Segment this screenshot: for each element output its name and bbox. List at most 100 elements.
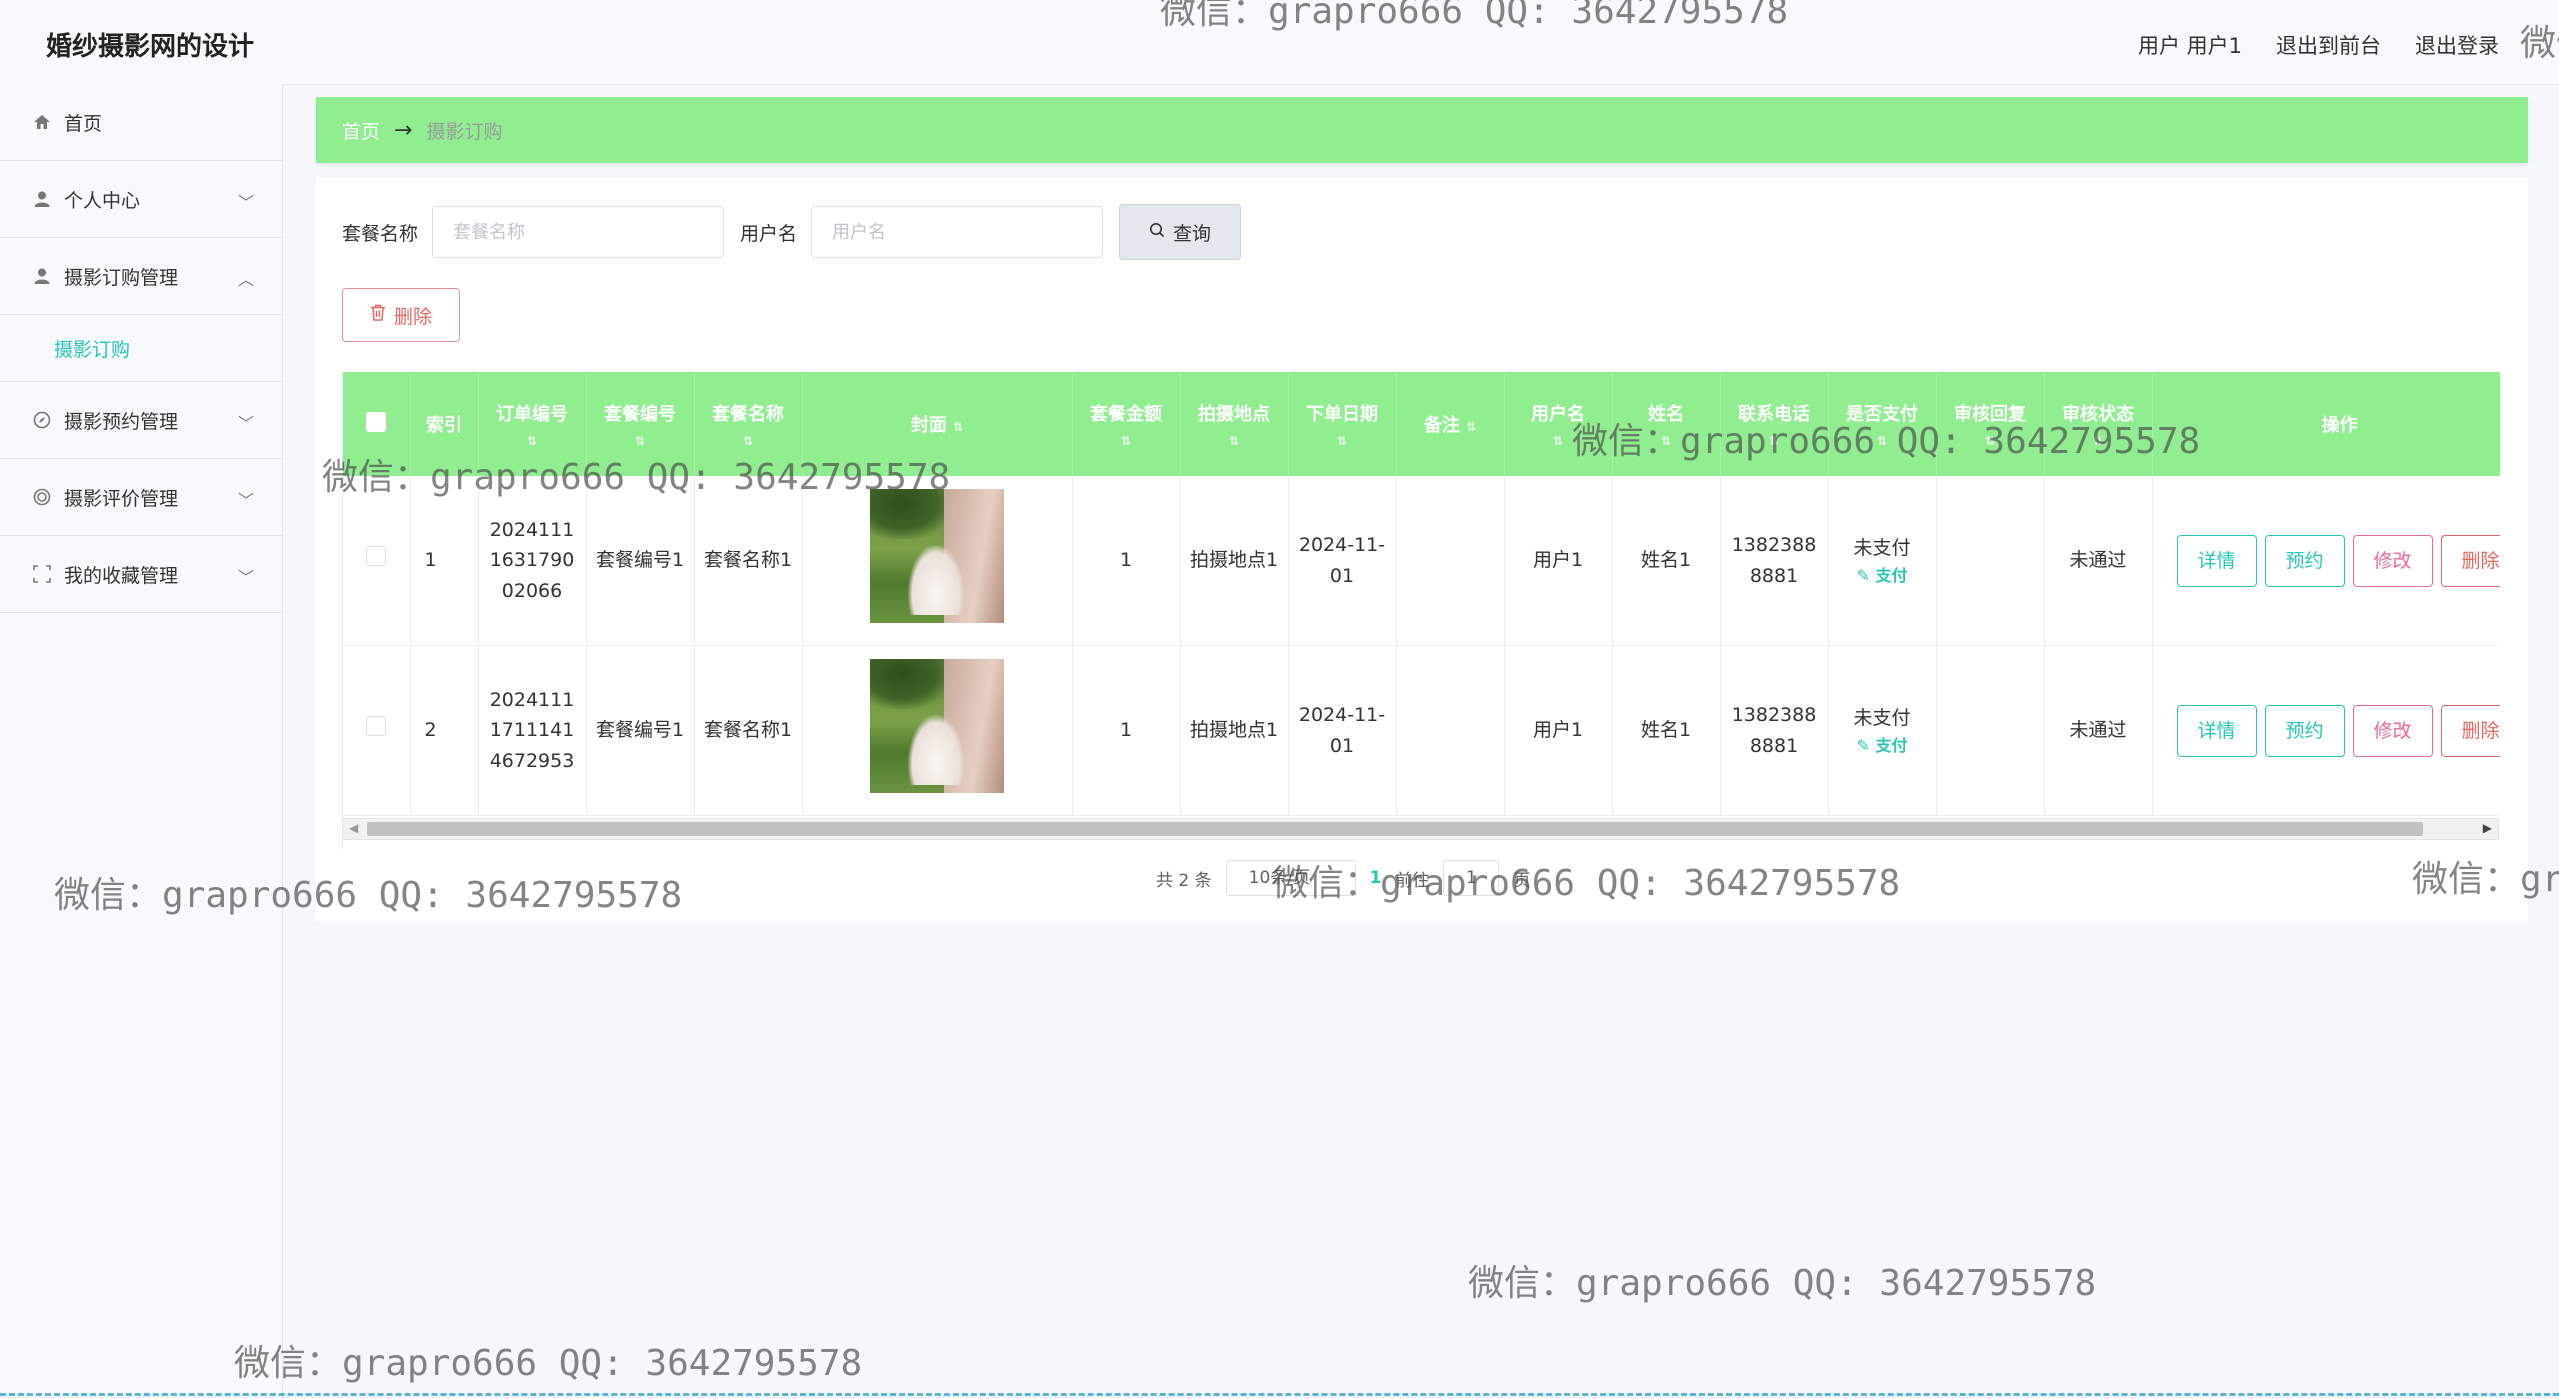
sort-icon[interactable]: ⇅ xyxy=(1466,420,1476,434)
column-header: 索引 xyxy=(410,372,479,476)
column-header[interactable]: 订单编号 ⇅ xyxy=(478,372,587,476)
column-header[interactable]: 套餐金额 ⇅ xyxy=(1072,372,1181,476)
column-header[interactable]: 下单日期 ⇅ xyxy=(1288,372,1397,476)
query-button[interactable]: 查询 xyxy=(1119,204,1242,260)
page-number[interactable]: 1 xyxy=(1370,868,1382,888)
paid-status: 未支付 xyxy=(1853,706,1911,729)
chevron-down-icon: ﹀ xyxy=(237,414,254,433)
cell-username: 用户1 xyxy=(1504,476,1613,646)
table-row: 2 20241111711141 4672953 套餐编号1 套餐名称1 1 拍… xyxy=(343,645,2500,816)
sort-icon[interactable]: ⇅ xyxy=(953,420,963,434)
row-select-cell[interactable] xyxy=(343,645,411,816)
column-header[interactable]: 封面 ⇅ xyxy=(802,372,1073,476)
sort-icon[interactable]: ⇅ xyxy=(1073,434,1180,448)
page-jump-input[interactable]: 1 xyxy=(1443,860,1500,896)
sidebar-subitem-photo-order[interactable]: 摄影订购 xyxy=(0,315,282,382)
arrow-right-icon: → xyxy=(394,117,413,143)
package-name-input[interactable] xyxy=(432,206,725,258)
column-header[interactable]: 备注 ⇅ xyxy=(1396,372,1505,476)
column-header[interactable]: 套餐名称 ⇅ xyxy=(694,372,803,476)
delete-button[interactable]: 删除 xyxy=(2440,534,2500,587)
sort-icon[interactable]: ⇅ xyxy=(695,434,802,448)
top-bar: 婚纱摄影网的设计 用户 用户1 退出到前台 退出登录 xyxy=(0,0,2559,85)
logout-link[interactable]: 退出登录 xyxy=(2415,30,2499,60)
sort-icon[interactable]: ⇅ xyxy=(1829,434,1936,448)
exit-to-front-link[interactable]: 退出到前台 xyxy=(2276,30,2381,60)
trash-icon xyxy=(370,304,386,326)
username-input[interactable] xyxy=(811,206,1104,258)
sidebar-subitem-label: 摄影订购 xyxy=(54,338,131,361)
pay-link[interactable]: ✎ 支付 xyxy=(1835,563,1930,589)
delete-button[interactable]: 删除 xyxy=(2440,704,2500,757)
chevron-up-icon: ︿ xyxy=(237,270,254,289)
sidebar-item-booking-management[interactable]: 摄影预约管理 ﹀ xyxy=(0,382,282,459)
user-admin-icon xyxy=(32,266,52,286)
cell-paid: 未支付 ✎ 支付 xyxy=(1828,476,1937,646)
column-header[interactable]: 套餐编号 ⇅ xyxy=(586,372,695,476)
scroll-right-icon[interactable]: ▶ xyxy=(2483,821,2492,835)
sidebar-item-favorites-management[interactable]: 我的收藏管理 ﹀ xyxy=(0,536,282,613)
cover-image[interactable] xyxy=(870,488,1004,623)
sort-icon[interactable]: ⇅ xyxy=(1181,434,1288,448)
cell-index: 2 xyxy=(410,645,479,816)
sidebar-item-home[interactable]: 首页 xyxy=(0,84,282,161)
row-checkbox[interactable] xyxy=(366,546,387,567)
book-button[interactable]: 预约 xyxy=(2264,534,2345,587)
detail-button[interactable]: 详情 xyxy=(2176,534,2257,587)
chevron-down-icon: ﹀ xyxy=(237,193,254,212)
edit-button[interactable]: 修改 xyxy=(2352,534,2433,587)
select-all-header[interactable] xyxy=(343,372,411,476)
chevron-down-icon: ﹀ xyxy=(237,491,254,510)
sidebar-item-label: 我的收藏管理 xyxy=(64,564,179,587)
pagination: 共 2 条 10条/页 1 前往 1 页 xyxy=(1156,860,1530,896)
book-button[interactable]: 预约 xyxy=(2264,704,2345,757)
horizontal-scrollbar[interactable]: ◀ ▶ xyxy=(342,818,2499,840)
target-icon xyxy=(32,487,52,507)
row-checkbox[interactable] xyxy=(366,716,387,737)
sort-icon[interactable]: ⇅ xyxy=(1613,434,1720,448)
current-user-link[interactable]: 用户 用户1 xyxy=(2138,30,2242,60)
sort-icon[interactable]: ⇅ xyxy=(1721,434,1828,448)
column-header[interactable]: 审核状态 ⇅ xyxy=(2044,372,2153,476)
scroll-left-icon[interactable]: ◀ xyxy=(349,821,358,835)
app-title: 婚纱摄影网的设计 xyxy=(46,32,255,62)
column-header[interactable]: 拍摄地点 ⇅ xyxy=(1180,372,1289,476)
sort-icon[interactable]: ⇅ xyxy=(1937,434,2044,448)
batch-delete-button[interactable]: 删除 xyxy=(342,288,460,342)
sort-icon[interactable]: ⇅ xyxy=(1289,434,1396,448)
edit-button[interactable]: 修改 xyxy=(2352,704,2433,757)
table-row: 1 20241111631790 02066 套餐编号1 套餐名称1 1 拍摄地… xyxy=(343,476,2500,646)
search-icon xyxy=(1149,221,1165,243)
sort-icon[interactable]: ⇅ xyxy=(2045,434,2152,448)
sort-icon[interactable]: ⇅ xyxy=(587,434,694,448)
chevron-down-icon: ﹀ xyxy=(237,568,254,587)
breadcrumb-current: 摄影订购 xyxy=(426,120,503,143)
sidebar-item-personal-center[interactable]: 个人中心 ﹀ xyxy=(0,161,282,238)
cell-reply xyxy=(1936,476,2045,646)
breadcrumb-home[interactable]: 首页 xyxy=(342,117,380,144)
sidebar-item-label: 首页 xyxy=(64,112,103,135)
pager-goto-label: 前往 xyxy=(1395,870,1430,891)
cover-image[interactable] xyxy=(870,658,1004,793)
watermark: 微信：grapro666 QQ: 3642795578 xyxy=(234,1343,863,1384)
pay-link[interactable]: ✎ 支付 xyxy=(1835,733,1930,759)
scrollbar-thumb[interactable] xyxy=(367,822,2423,836)
row-select-cell[interactable] xyxy=(343,476,411,646)
select-all-checkbox[interactable] xyxy=(366,411,387,432)
sort-icon[interactable]: ⇅ xyxy=(479,434,586,448)
detail-button[interactable]: 详情 xyxy=(2176,704,2257,757)
cell-amount: 1 xyxy=(1072,645,1181,816)
column-header[interactable]: 审核回复 ⇅ xyxy=(1936,372,2045,476)
column-header[interactable]: 用户名 ⇅ xyxy=(1504,372,1613,476)
cell-date: 2024-11-01 xyxy=(1288,645,1397,816)
column-header[interactable]: 是否支付 ⇅ xyxy=(1828,372,1937,476)
column-header[interactable]: 姓名 ⇅ xyxy=(1612,372,1721,476)
sort-icon[interactable]: ⇅ xyxy=(1505,434,1612,448)
column-header[interactable]: 联系电话 ⇅ xyxy=(1720,372,1829,476)
cell-amount: 1 xyxy=(1072,476,1181,646)
page-size-select[interactable]: 10条/页 xyxy=(1225,860,1356,896)
home-icon xyxy=(32,112,52,132)
sidebar-item-review-management[interactable]: 摄影评价管理 ﹀ xyxy=(0,459,282,536)
sidebar-item-order-management[interactable]: 摄影订购管理 ︿ xyxy=(0,238,282,315)
query-button-label: 查询 xyxy=(1173,222,1212,245)
